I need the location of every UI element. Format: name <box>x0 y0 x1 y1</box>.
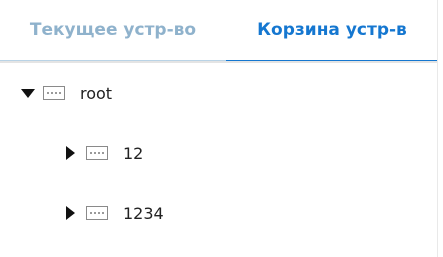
tab-current-device[interactable]: Текущее устр-во <box>0 0 226 63</box>
tree-node-label: root <box>80 83 113 103</box>
device-icon <box>86 206 108 220</box>
tab-current-device-label: Текущее устр-во <box>29 20 197 40</box>
tree-node-label: 12 <box>123 143 144 163</box>
caret-right-icon[interactable] <box>64 206 78 220</box>
tree-node-root[interactable]: root <box>21 78 112 108</box>
caret-down-icon[interactable] <box>21 86 35 100</box>
device-icon <box>86 146 108 160</box>
caret-right-icon[interactable] <box>64 146 78 160</box>
tab-device-trash[interactable]: Корзина устр-в <box>226 0 438 63</box>
tree-node-1234[interactable]: 1234 <box>64 198 164 228</box>
tab-device-trash-label: Корзина устр-в <box>257 20 407 40</box>
panel-right-border <box>437 0 438 257</box>
tab-bar: Текущее устр-во Корзина устр-в <box>0 0 443 64</box>
device-icon <box>43 86 65 100</box>
device-panel: Текущее устр-во Корзина устр-в root 12 1… <box>0 0 443 257</box>
tab-bar-divider <box>0 61 438 63</box>
tree-node-label: 1234 <box>123 203 164 223</box>
tree-node-12[interactable]: 12 <box>64 138 143 168</box>
